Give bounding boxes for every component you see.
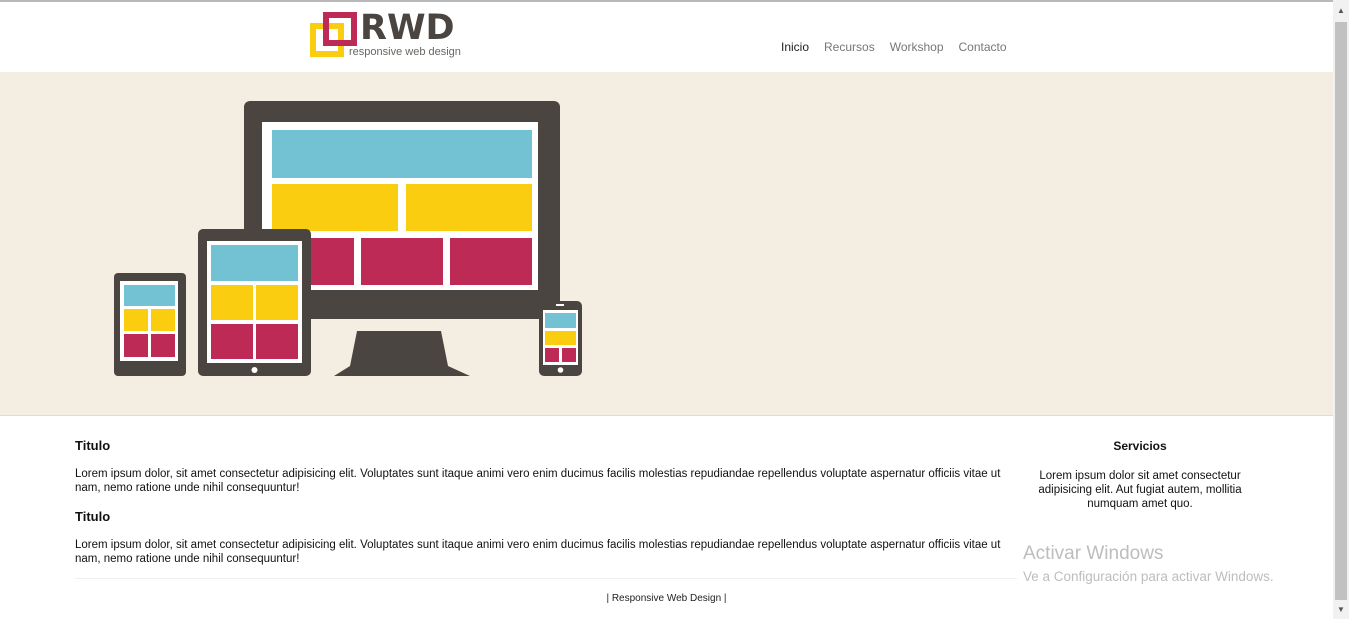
site-header: RWD responsive web design Inicio Recurso… xyxy=(0,2,1333,72)
scroll-up-arrow-icon[interactable]: ▲ xyxy=(1333,4,1349,18)
logo-text: RWD xyxy=(360,8,455,48)
phone-icon xyxy=(539,301,582,376)
article-title: Titulo xyxy=(75,438,111,453)
sidebar-title: Servicios xyxy=(1113,439,1167,453)
activation-watermark-subtitle: Ve a Configuración para activar Windows. xyxy=(1023,569,1274,584)
nav-item-contacto[interactable]: Contacto xyxy=(959,40,1007,54)
site-logo[interactable]: RWD responsive web design xyxy=(310,10,470,62)
nav-item-inicio[interactable]: Inicio xyxy=(781,40,809,54)
article: Titulo Lorem ipsum dolor, sit amet conse… xyxy=(75,509,1017,566)
site-footer: | Responsive Web Design | xyxy=(606,593,727,604)
sidebar-text: Lorem ipsum dolor sit amet consectetur a… xyxy=(1038,470,1242,510)
article: Titulo Lorem ipsum dolor, sit amet conse… xyxy=(75,438,1017,495)
nav-item-recursos[interactable]: Recursos xyxy=(824,40,875,54)
vertical-scrollbar[interactable]: ▲ ▼ xyxy=(1333,0,1349,619)
main-content: Titulo Lorem ipsum dolor, sit amet conse… xyxy=(75,438,1017,580)
activation-watermark-title: Activar Windows xyxy=(1023,543,1164,564)
tablet-icon xyxy=(198,229,311,376)
services-sidebar: Servicios Lorem ipsum dolor sit amet con… xyxy=(1030,439,1250,511)
responsive-devices-illustration xyxy=(114,101,582,376)
hero-banner xyxy=(0,72,1333,416)
article-text: Lorem ipsum dolor, sit amet consectetur … xyxy=(75,539,1001,565)
nav-item-workshop[interactable]: Workshop xyxy=(890,40,944,54)
small-tablet-icon xyxy=(114,273,186,376)
article-title: Titulo xyxy=(75,509,111,524)
logo-subtitle: responsive web design xyxy=(349,46,461,58)
main-nav: Inicio Recursos Workshop Contacto xyxy=(781,40,1022,54)
footer-divider xyxy=(75,578,1017,579)
scroll-down-arrow-icon[interactable]: ▼ xyxy=(1333,603,1349,617)
scrollbar-thumb[interactable] xyxy=(1335,22,1347,600)
article-text: Lorem ipsum dolor, sit amet consectetur … xyxy=(75,468,1001,494)
